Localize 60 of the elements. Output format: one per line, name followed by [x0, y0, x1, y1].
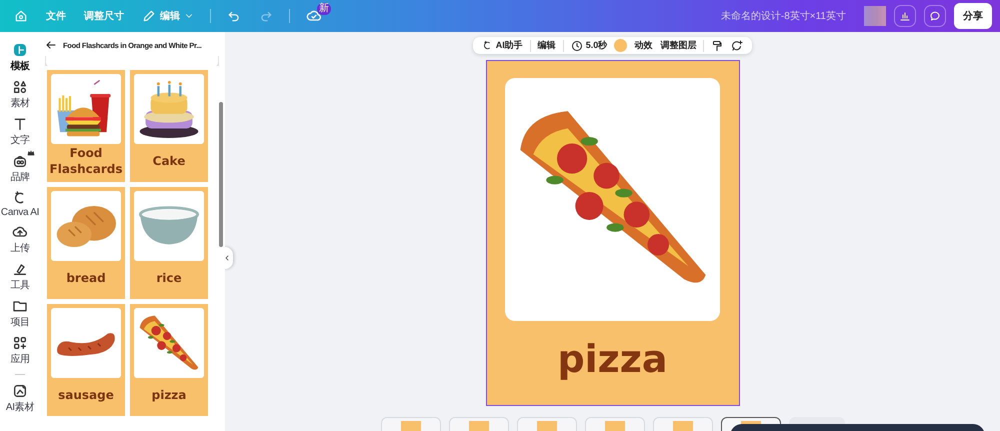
sidebar-item[interactable]: Canva AI	[0, 190, 40, 218]
toolbar-button[interactable]: 动效	[633, 37, 654, 54]
apps-icon	[12, 335, 28, 351]
clock-icon	[570, 40, 583, 52]
sparkle-c-icon	[482, 40, 493, 51]
toolbar-button[interactable]: 调整图层	[659, 37, 698, 54]
chevron-left-icon	[225, 254, 231, 262]
share-button[interactable]: 分享	[954, 3, 992, 29]
back-button[interactable]	[45, 39, 57, 51]
shapes-icon	[12, 79, 28, 95]
text-icon	[12, 116, 28, 132]
crown-icon	[27, 149, 35, 157]
comment-button[interactable]	[924, 5, 946, 27]
sidebar-item[interactable]: 品牌	[0, 153, 40, 184]
home-icon	[14, 9, 28, 23]
color-swatch[interactable]	[614, 39, 628, 52]
sidebar-item[interactable]: 上传	[0, 224, 40, 255]
new-badge: 新	[317, 3, 331, 15]
sidebar-item[interactable]: 素材	[0, 79, 40, 110]
avatar-placeholder	[864, 6, 886, 26]
sidebar-item[interactable]: 文字	[0, 116, 40, 147]
flashcard-page[interactable]: pizza	[486, 61, 738, 405]
paint-roller-icon	[711, 40, 724, 52]
bar-chart-icon	[899, 10, 911, 22]
template-icon	[12, 42, 28, 58]
template-card[interactable]: Cake	[130, 70, 208, 182]
comment-icon	[929, 10, 941, 22]
sidebar-item[interactable]: AI素材	[0, 383, 40, 414]
rice-drawing	[139, 206, 199, 246]
card-label: rice	[156, 270, 182, 287]
card-label: bread	[66, 270, 106, 287]
insights-button[interactable]	[894, 5, 916, 27]
cake-drawing	[139, 80, 199, 138]
duration-button[interactable]: 5.0秒	[570, 37, 608, 54]
sidebar-item[interactable]: 项目	[0, 298, 40, 329]
redo-icon	[259, 9, 273, 23]
card-label: sausage	[58, 387, 114, 404]
ai-assistant-button[interactable]: AI助手	[480, 37, 524, 54]
card-label: pizza	[152, 387, 186, 404]
add-comment-button[interactable]	[730, 38, 744, 54]
pizza-drawing	[139, 314, 199, 372]
template-card[interactable]: rice	[130, 187, 208, 299]
design-title[interactable]: 未命名的设计-8英寸×11英寸	[720, 9, 846, 23]
template-card[interactable]: Food Flashcards	[47, 70, 125, 182]
comment-plus-icon	[731, 40, 744, 52]
back-arrow-icon	[45, 39, 57, 51]
card-label: Food Flashcards	[50, 145, 122, 178]
card-label: Cake	[152, 153, 186, 170]
toolbar-button[interactable]: 编辑	[536, 37, 557, 54]
scrollbar-thumb[interactable]	[219, 102, 223, 247]
pencil-icon	[142, 9, 156, 23]
template-card[interactable]: pizza	[130, 304, 208, 416]
sidebar-item[interactable]: 模板	[0, 42, 40, 73]
bread-drawing	[56, 204, 116, 248]
undo-icon	[227, 9, 241, 23]
sidebar-item[interactable]: 工具	[0, 261, 40, 292]
sidebar-item[interactable]: 应用	[0, 335, 40, 366]
template-card[interactable]: sausage	[47, 304, 125, 416]
card-word: pizza	[557, 336, 668, 383]
template-card[interactable]: bread	[47, 187, 125, 299]
